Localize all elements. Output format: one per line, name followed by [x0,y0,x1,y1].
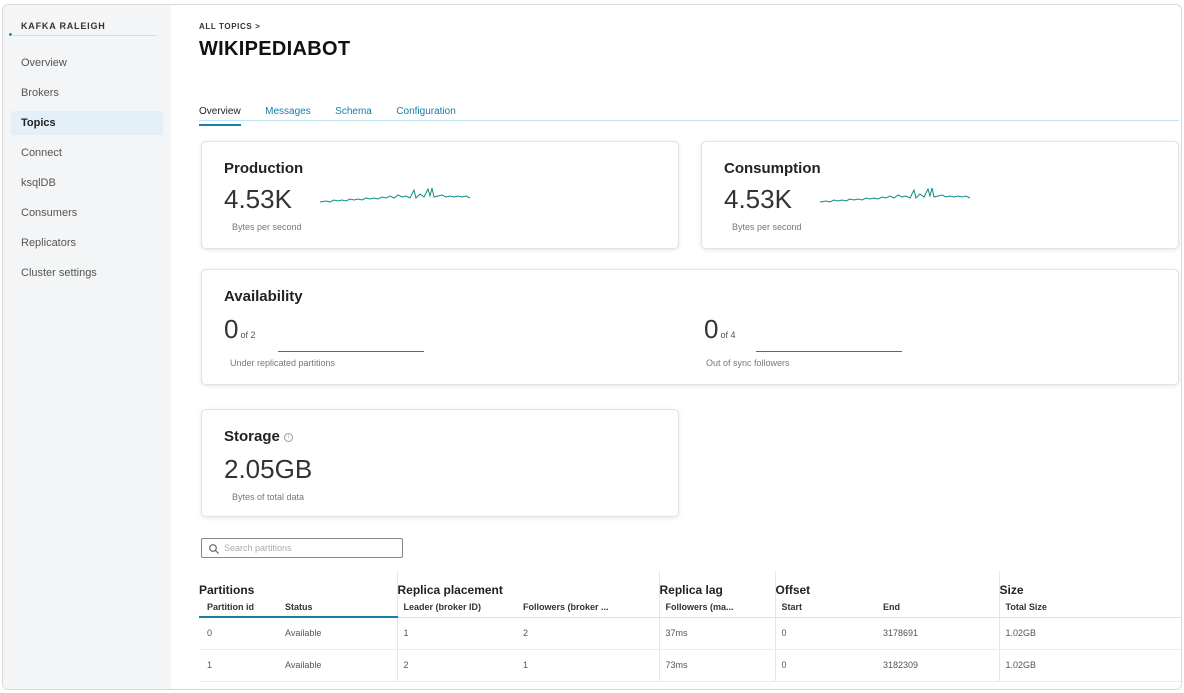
consumption-card: Consumption 4.53K Bytes per second [701,141,1179,249]
group-offset: Offset [774,571,999,597]
search-icon [209,544,219,554]
partitions-table: Partitions Replica placement Replica lag… [199,571,1181,682]
group-replica-lag: Replica lag [658,571,775,597]
storage-card: Storage i 2.05GB Bytes of total data [201,409,679,517]
storage-title: Storage i [224,428,293,445]
breadcrumb[interactable]: ALL TOPICS > [199,22,260,31]
cluster-divider [11,35,157,36]
sidebar-item-cluster-settings[interactable]: Cluster settings [11,261,163,285]
availability-title: Availability [224,288,303,305]
main-content: ALL TOPICS > WIKIPEDIABOT Overview Messa… [173,5,1181,689]
col-status[interactable]: Status [285,597,397,618]
tab-messages[interactable]: Messages [265,106,311,126]
sidebar: KAFKA RALEIGH Overview Brokers Topics Co… [3,5,171,689]
out-of-sync-value: 0 of 4 [704,314,735,345]
group-size: Size [998,571,1181,597]
cell-status: Available [285,617,397,650]
cell-end: 3182309 [883,649,999,682]
storage-title-text: Storage [224,428,280,445]
consumption-title: Consumption [724,160,821,177]
cell-partition-id: 0 [199,617,285,650]
cell-total-size: 1.02GB [998,617,1181,650]
col-partition-id[interactable]: Partition id [199,597,285,618]
production-unit: Bytes per second [232,222,302,232]
table-header: Partition id Status Leader (broker ID) F… [199,597,1181,618]
production-title: Production [224,160,304,177]
out-of-sync-total: of 4 [720,330,736,340]
storage-unit: Bytes of total data [232,492,305,502]
table-row[interactable]: 0 Available 1 2 37ms 0 3178691 1.02GB [199,617,1181,650]
cell-partition-id: 1 [199,649,285,682]
cluster-name[interactable]: KAFKA RALEIGH [21,21,106,31]
under-replicated-total: of 2 [240,330,256,340]
under-replicated-count: 0 [224,314,239,344]
sidebar-nav: Overview Brokers Topics Connect ksqlDB C… [11,51,163,291]
cell-start: 0 [774,649,883,682]
cell-start: 0 [774,617,883,650]
table-group-header: Partitions Replica placement Replica lag… [199,571,1181,597]
col-start[interactable]: Start [774,597,883,618]
info-circle-icon[interactable]: i [283,432,293,442]
app-window: KAFKA RALEIGH Overview Brokers Topics Co… [2,4,1182,690]
out-of-sync-label: Out of sync followers [706,358,790,368]
tab-schema[interactable]: Schema [335,106,372,126]
under-replicated-value: 0 of 2 [224,314,255,345]
production-card: Production 4.53K Bytes per second [201,141,679,249]
sidebar-item-ksqldb[interactable]: ksqlDB [11,171,163,195]
col-total-size[interactable]: Total Size [998,597,1181,618]
page-title: WIKIPEDIABOT [199,38,351,60]
out-of-sync-count: 0 [704,314,719,344]
col-end[interactable]: End [883,597,999,618]
production-value: 4.53K [224,184,292,214]
production-sparkline [320,187,471,203]
tab-overview[interactable]: Overview [199,106,241,126]
sidebar-item-consumers[interactable]: Consumers [11,201,163,225]
availability-card: Availability 0 of 2 Under replicated part… [201,269,1179,385]
cell-leader: 1 [396,617,523,650]
cell-lag: 73ms [658,649,775,682]
col-followers[interactable]: Followers (broker ... [523,597,659,618]
cell-total-size: 1.02GB [998,649,1181,682]
sidebar-item-overview[interactable]: Overview [11,51,163,75]
tab-bar: Overview Messages Schema Configuration [199,101,1179,126]
table-row[interactable]: 1 Available 2 1 73ms 0 3182309 1.02GB [199,649,1181,682]
under-replicated-line [278,351,424,352]
consumption-sparkline [820,187,971,203]
cell-followers: 1 [523,649,659,682]
under-replicated-label: Under replicated partitions [230,358,336,368]
sidebar-item-connect[interactable]: Connect [11,141,163,165]
sidebar-item-brokers[interactable]: Brokers [11,81,163,105]
cell-lag: 37ms [658,617,775,650]
out-of-sync-line [756,351,902,352]
consumption-unit: Bytes per second [732,222,802,232]
col-replica-lag[interactable]: Followers (ma... [658,597,775,618]
search-input[interactable] [224,541,394,555]
col-leader[interactable]: Leader (broker ID) [396,597,523,618]
sidebar-item-topics[interactable]: Topics [11,111,163,135]
cell-status: Available [285,649,397,682]
cell-end: 3178691 [883,617,999,650]
search-box[interactable] [201,538,403,558]
group-partitions: Partitions [199,583,255,597]
sidebar-item-replicators[interactable]: Replicators [11,231,163,255]
cell-followers: 2 [523,617,659,650]
group-replica-placement: Replica placement [396,571,659,597]
consumption-value: 4.53K [724,184,792,214]
cell-leader: 2 [396,649,523,682]
tab-configuration[interactable]: Configuration [396,106,455,126]
storage-value: 2.05GB [224,454,313,484]
